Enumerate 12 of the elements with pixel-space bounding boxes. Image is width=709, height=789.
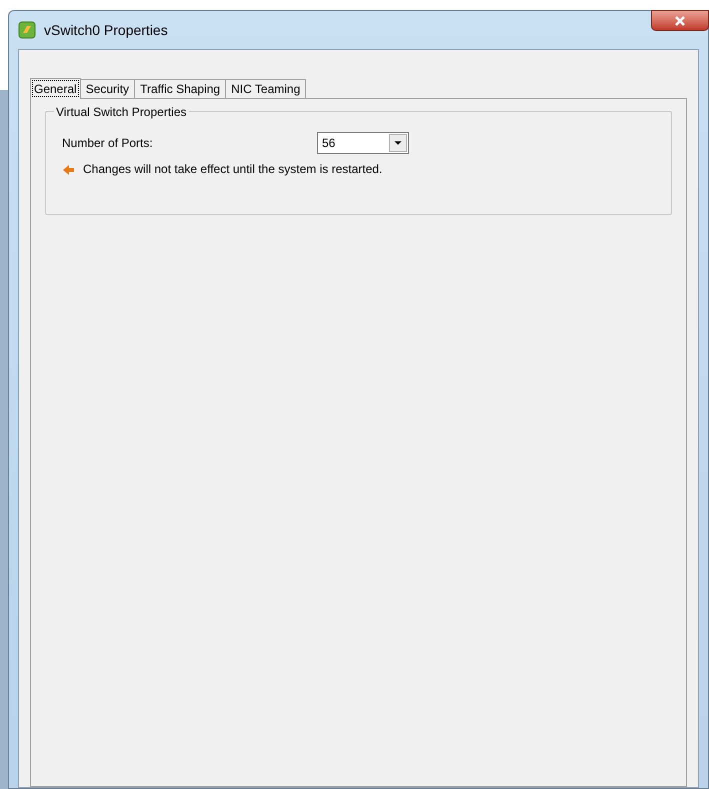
tab[interactable]: NIC Teaming — [226, 79, 306, 98]
ports-label: Number of Ports: — [62, 135, 154, 152]
window-title: vSwitch0 Properties — [44, 20, 168, 40]
close-button[interactable] — [651, 10, 709, 31]
close-icon — [674, 16, 686, 26]
tab[interactable]: Security — [80, 79, 136, 98]
tab[interactable]: General — [30, 78, 81, 99]
app-icon — [18, 21, 36, 39]
restart-note: Changes will not take effect until the system is restarted. — [83, 161, 382, 178]
ports-dropdown[interactable]: 56 — [317, 132, 409, 154]
warning-arrow-icon — [62, 162, 75, 176]
tab[interactable]: Traffic Shaping — [135, 79, 226, 98]
